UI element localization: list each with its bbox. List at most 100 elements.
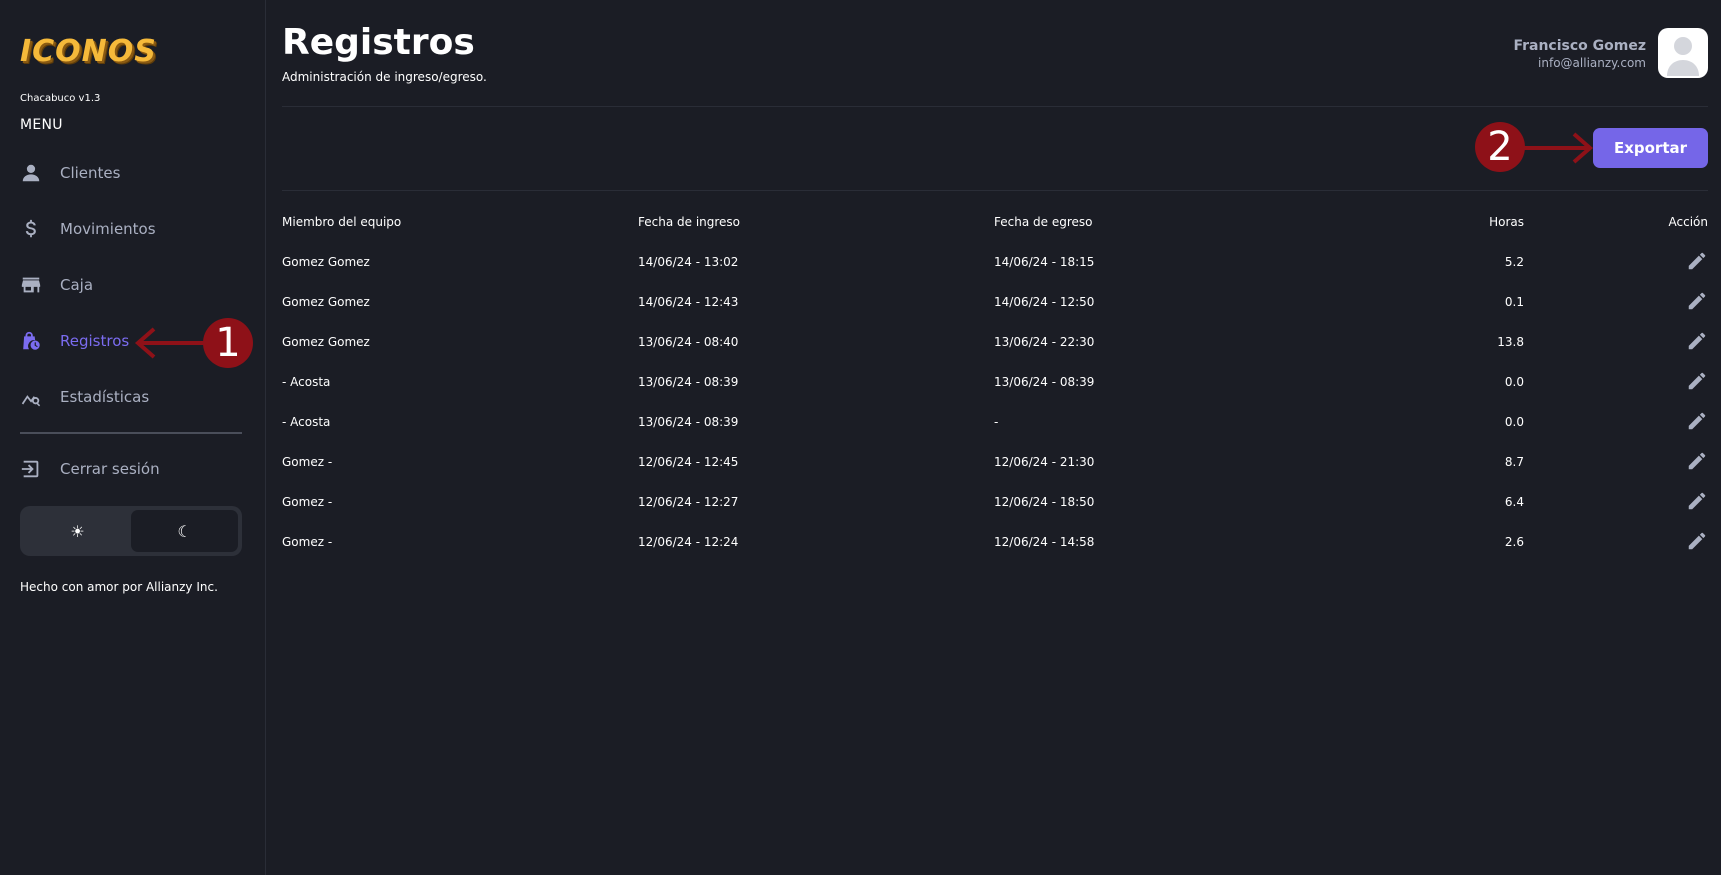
sidebar-item-clientes[interactable]: Clientes bbox=[20, 158, 240, 188]
user-name: Francisco Gomez bbox=[1513, 38, 1646, 54]
cell-member: - Acosta bbox=[282, 375, 331, 389]
sidebar-item-label: Movimientos bbox=[60, 220, 156, 238]
annotation-arrow-1 bbox=[134, 327, 210, 359]
cell-entry-date: 12/06/24 - 12:45 bbox=[638, 455, 739, 469]
logout-icon bbox=[20, 458, 42, 480]
header-action: Acción bbox=[1668, 215, 1708, 229]
cell-exit-date: 13/06/24 - 22:30 bbox=[994, 335, 1095, 349]
theme-toggle: ☀ ☾ bbox=[20, 506, 242, 556]
cell-action bbox=[1524, 282, 1708, 322]
sidebar-item-caja[interactable]: Caja bbox=[20, 270, 240, 300]
cell-entry-date: 14/06/24 - 13:02 bbox=[638, 255, 739, 269]
edit-icon[interactable] bbox=[1686, 370, 1708, 392]
page-title: Registros bbox=[282, 22, 475, 63]
cell-hours: 6.4 bbox=[1504, 495, 1524, 509]
logout-label: Cerrar sesión bbox=[60, 460, 160, 478]
annotation-arrow-2 bbox=[1524, 132, 1594, 164]
chart-search-icon bbox=[20, 386, 42, 408]
menu-title: MENU bbox=[20, 117, 63, 133]
edit-icon[interactable] bbox=[1686, 410, 1708, 432]
table-row: - Acosta 13/06/24 - 08:39 13/06/24 - 08:39… bbox=[282, 362, 1708, 402]
cell-member: Gomez Gomez bbox=[282, 255, 370, 269]
cell-hours: 5.2 bbox=[1504, 255, 1524, 269]
cell-entry-date: 12/06/24 - 12:27 bbox=[638, 495, 739, 509]
cell-exit-date: 14/06/24 - 18:15 bbox=[994, 255, 1095, 269]
cell-action bbox=[1524, 442, 1708, 482]
cell-member: Gomez - bbox=[282, 455, 333, 469]
cell-hours: 2.6 bbox=[1504, 535, 1524, 549]
sidebar-item-estadisticas[interactable]: Estadísticas bbox=[20, 382, 240, 412]
dollar-icon bbox=[20, 218, 42, 240]
cell-action bbox=[1524, 322, 1708, 362]
edit-icon[interactable] bbox=[1686, 530, 1708, 552]
header-member[interactable]: Miembro del equipo bbox=[282, 202, 638, 242]
cell-hours: 0.1 bbox=[1504, 295, 1524, 309]
cell-exit-date: 12/06/24 - 18:50 bbox=[994, 495, 1095, 509]
light-mode-button[interactable]: ☀ bbox=[24, 510, 131, 552]
cell-action bbox=[1524, 402, 1708, 442]
edit-icon[interactable] bbox=[1686, 490, 1708, 512]
sidebar-divider bbox=[20, 432, 242, 434]
avatar[interactable] bbox=[1658, 28, 1708, 78]
sidebar-item-movimientos[interactable]: Movimientos bbox=[20, 214, 240, 244]
table-row: - Acosta 13/06/24 - 08:39 - 0.0 bbox=[282, 402, 1708, 442]
edit-icon[interactable] bbox=[1686, 330, 1708, 352]
logout-button[interactable]: Cerrar sesión bbox=[20, 454, 240, 484]
cell-hours: 0.0 bbox=[1504, 375, 1524, 389]
cell-hours: 13.8 bbox=[1497, 335, 1524, 349]
app-logo[interactable]: ICONOS bbox=[20, 34, 157, 69]
cell-hours: 0.0 bbox=[1504, 415, 1524, 429]
annotation-marker-2: 2 bbox=[1475, 122, 1525, 172]
store-icon bbox=[20, 274, 42, 296]
credit-text: Hecho con amor por Allianzy Inc. bbox=[20, 580, 218, 594]
cell-action bbox=[1524, 482, 1708, 522]
dark-mode-button[interactable]: ☾ bbox=[131, 510, 238, 552]
records-table: Miembro del equipo Fecha de ingreso Fech… bbox=[282, 202, 1708, 562]
table-row: Gomez - 12/06/24 - 12:24 12/06/24 - 14:58 2… bbox=[282, 522, 1708, 562]
header-hours[interactable]: Horas bbox=[1350, 202, 1524, 242]
sidebar: ICONOS Chacabuco v1.3 MENU Clientes Movi… bbox=[0, 0, 266, 875]
cell-action bbox=[1524, 522, 1708, 562]
table-row: Gomez Gomez 14/06/24 - 13:02 14/06/24 - 18… bbox=[282, 242, 1708, 282]
cell-entry-date: 13/06/24 - 08:39 bbox=[638, 375, 739, 389]
sidebar-item-label: Clientes bbox=[60, 164, 121, 182]
edit-icon[interactable] bbox=[1686, 450, 1708, 472]
moon-icon: ☾ bbox=[177, 521, 192, 541]
cell-exit-date: 12/06/24 - 21:30 bbox=[994, 455, 1095, 469]
cell-member: Gomez Gomez bbox=[282, 335, 370, 349]
cell-member: Gomez - bbox=[282, 535, 333, 549]
clock-bag-icon bbox=[20, 330, 42, 352]
cell-exit-date: 14/06/24 - 12:50 bbox=[994, 295, 1095, 309]
user-email: info@allianzy.com bbox=[1538, 56, 1646, 70]
cell-exit-date: - bbox=[994, 415, 999, 429]
cell-member: Gomez - bbox=[282, 495, 333, 509]
cell-exit-date: 12/06/24 - 14:58 bbox=[994, 535, 1095, 549]
table-row: Gomez Gomez 14/06/24 - 12:43 14/06/24 - 12… bbox=[282, 282, 1708, 322]
edit-icon[interactable] bbox=[1686, 290, 1708, 312]
user-info: Francisco Gomez info@allianzy.com bbox=[1513, 38, 1646, 70]
table-row: Gomez - 12/06/24 - 12:27 12/06/24 - 18:50 6… bbox=[282, 482, 1708, 522]
annotation-marker-1: 1 bbox=[203, 318, 253, 368]
cell-exit-date: 13/06/24 - 08:39 bbox=[994, 375, 1095, 389]
cell-entry-date: 12/06/24 - 12:24 bbox=[638, 535, 739, 549]
table-row: Gomez - 12/06/24 - 12:45 12/06/24 - 21:30 8… bbox=[282, 442, 1708, 482]
toolbar-divider bbox=[282, 190, 1708, 191]
sun-icon: ☀ bbox=[70, 521, 85, 541]
header-exit-date[interactable]: Fecha de egreso bbox=[994, 202, 1350, 242]
sidebar-item-label: Caja bbox=[60, 276, 94, 294]
table-row: Gomez Gomez 13/06/24 - 08:40 13/06/24 - 22… bbox=[282, 322, 1708, 362]
header-entry-date[interactable]: Fecha de ingreso bbox=[638, 202, 994, 242]
table-header-row: Miembro del equipo Fecha de ingreso Fech… bbox=[282, 202, 1708, 242]
page-subtitle: Administración de ingreso/egreso. bbox=[282, 70, 487, 84]
cell-entry-date: 14/06/24 - 12:43 bbox=[638, 295, 739, 309]
export-button[interactable]: Exportar bbox=[1593, 128, 1708, 168]
cell-entry-date: 13/06/24 - 08:39 bbox=[638, 415, 739, 429]
app-version: Chacabuco v1.3 bbox=[20, 93, 101, 104]
sidebar-item-label: Estadísticas bbox=[60, 388, 150, 406]
cell-action bbox=[1524, 362, 1708, 402]
cell-member: - Acosta bbox=[282, 415, 331, 429]
cell-hours: 8.7 bbox=[1504, 455, 1524, 469]
edit-icon[interactable] bbox=[1686, 250, 1708, 272]
header-divider bbox=[282, 106, 1708, 107]
person-icon bbox=[20, 162, 42, 184]
